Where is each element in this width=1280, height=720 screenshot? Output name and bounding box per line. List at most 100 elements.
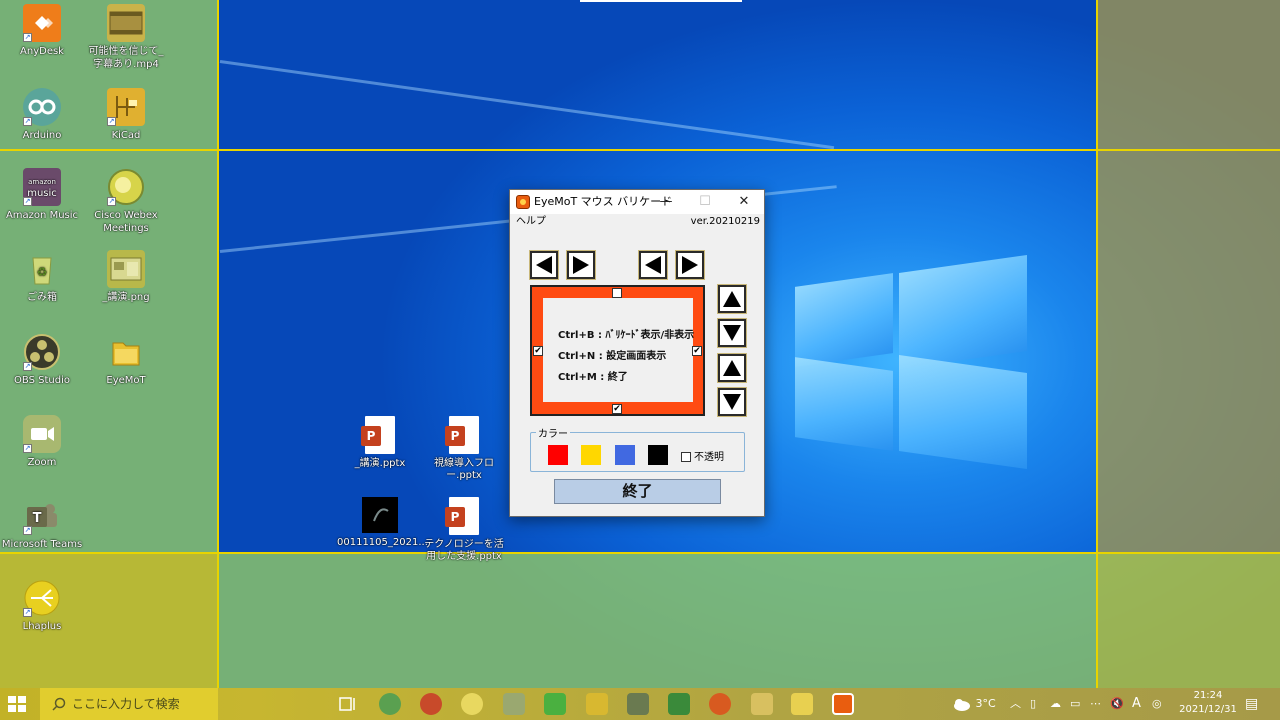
arrow-right-icon <box>573 256 589 274</box>
color-swatch-red[interactable] <box>548 445 568 465</box>
desktop-file-pptx[interactable]: P 視線導入フロー.pptx <box>421 416 507 482</box>
tray-device-icon[interactable]: ▯ <box>1030 688 1036 720</box>
chrome-browser-icon[interactable] <box>420 693 442 715</box>
hotkey-exit: Ctrl+M : 終了 <box>558 372 628 383</box>
desktop-icon-arduino[interactable]: ↗ Arduino <box>0 88 84 142</box>
overlay-zone-bottom-right <box>1097 553 1280 688</box>
icon-label: Lhaplus <box>22 621 62 632</box>
paint-app-icon[interactable] <box>751 693 773 715</box>
up-arrow-button[interactable] <box>717 353 747 383</box>
color-group: カラー 不透明 <box>530 425 745 472</box>
weather-widget[interactable]: 3°C <box>952 688 996 720</box>
amazon-music-icon: amazon music ↗ <box>23 168 61 206</box>
desktop-icon-eyemot-folder[interactable]: EyeMoT <box>84 333 168 387</box>
powerpoint-app-icon[interactable] <box>709 693 731 715</box>
arrow-left-icon <box>645 256 661 274</box>
eyemot-barricade-taskbar-icon[interactable] <box>832 693 854 715</box>
notification-center-icon[interactable]: ▤ <box>1245 688 1258 720</box>
bottom-edge-checkbox[interactable]: ✔ <box>612 404 622 414</box>
desktop-file-video[interactable]: 00111105_2021... <box>337 497 428 549</box>
ime-indicator[interactable]: A <box>1132 688 1141 720</box>
folder-icon <box>107 333 145 371</box>
task-view-icon[interactable] <box>336 693 358 715</box>
top-edge-checkbox[interactable] <box>612 288 622 298</box>
left-arrow-button[interactable] <box>638 250 668 280</box>
kicad-icon: ↗ <box>107 88 145 126</box>
overlay-zone-bottom <box>218 553 1097 688</box>
desktop-icon-webex[interactable]: ↗ Cisco Webex Meetings <box>84 168 168 235</box>
desktop-icon-obs[interactable]: ↗ OBS Studio <box>0 333 84 387</box>
desktop-icon-zoom[interactable]: ↗ Zoom <box>0 415 84 469</box>
menu-help[interactable]: ヘルプ <box>516 214 546 230</box>
desktop-icon-image[interactable]: _講演.png <box>84 250 168 304</box>
eyemot-glasses-app-icon[interactable] <box>791 693 813 715</box>
taskbar-search-box[interactable]: ここに入力して検索 <box>40 688 218 720</box>
exit-button[interactable]: 終了 <box>554 479 721 504</box>
arrow-up-icon <box>723 360 741 376</box>
windows-start-icon[interactable] <box>8 696 26 712</box>
desktop-icon-lhaplus[interactable]: ↗ Lhaplus <box>0 579 84 633</box>
light-beam <box>219 60 835 150</box>
color-swatch-yellow[interactable] <box>581 445 601 465</box>
search-placeholder: ここに入力して検索 <box>72 697 180 711</box>
close-button[interactable]: ✕ <box>725 190 763 214</box>
title-bar[interactable]: EyeMoT マウス バリケード — ☐ ✕ <box>510 190 764 214</box>
desktop-file-pptx[interactable]: P テクノロジーを活用した支援.pptx <box>421 497 507 563</box>
desktop-icon-video[interactable]: 可能性を信じて_字幕あり.mp4 <box>84 4 168 71</box>
maximize-button[interactable]: ☐ <box>686 190 724 214</box>
icon-label: EyeMoT <box>106 375 146 386</box>
icon-label: Amazon Music <box>5 210 79 221</box>
recycle-bin-icon: ♻ <box>23 250 61 288</box>
clock-date: 2021/12/31 <box>1179 704 1237 715</box>
right-arrow-button[interactable] <box>675 250 705 280</box>
taskbar: ここに入力して検索 3°C ︿ ▯ ☁ ▭ ⋯ 🔇 A ◎ 21:24 2021… <box>0 688 1280 720</box>
down-arrow-button[interactable] <box>717 318 747 348</box>
minimize-button[interactable]: — <box>647 190 685 214</box>
left-arrow-button[interactable] <box>529 250 559 280</box>
webex-taskbar-icon[interactable] <box>461 693 483 715</box>
file-label: テクノロジーを活用した支援.pptx <box>424 539 504 562</box>
opaque-checkbox[interactable] <box>681 452 691 462</box>
battery-icon[interactable]: ▭ <box>1070 688 1080 720</box>
excel-app-icon[interactable] <box>668 693 690 715</box>
desktop-icon-teams[interactable]: T ↗ Microsoft Teams <box>0 497 84 551</box>
tray-chevron-up-icon[interactable]: ︿ <box>1010 688 1021 720</box>
powerpoint-file-icon: P <box>445 416 479 454</box>
color-swatch-blue[interactable] <box>615 445 635 465</box>
desktop-icon-anydesk[interactable]: ↗ AnyDesk <box>0 4 84 58</box>
clock-time: 21:24 <box>1193 690 1223 701</box>
hotkey-settings: Ctrl+N : 設定画面表示 <box>558 351 667 362</box>
onedrive-cloud-icon[interactable]: ☁ <box>1050 688 1061 720</box>
line-app-icon[interactable] <box>544 693 566 715</box>
desktop-icon-amazon-music[interactable]: amazon music ↗ Amazon Music <box>0 168 84 222</box>
desktop-icon-kicad[interactable]: ↗ KiCad <box>84 88 168 142</box>
edge-browser-icon[interactable] <box>379 693 401 715</box>
up-arrow-button[interactable] <box>717 284 747 314</box>
down-arrow-button[interactable] <box>717 387 747 417</box>
top-edge-strip <box>580 0 742 2</box>
svg-text:♻: ♻ <box>37 265 48 279</box>
file-explorer-icon[interactable] <box>586 693 608 715</box>
left-edge-checkbox[interactable]: ✔ <box>533 346 543 356</box>
powerpoint-file-icon: P <box>361 416 395 454</box>
word-app-icon[interactable] <box>627 693 649 715</box>
video-file-icon <box>107 4 145 42</box>
windows-wallpaper-logo <box>795 252 1030 470</box>
icon-label: AnyDesk <box>20 46 64 57</box>
right-edge-checkbox[interactable]: ✔ <box>692 346 702 356</box>
ime-tool-icon[interactable]: ◎ <box>1152 688 1162 720</box>
taskbar-clock[interactable]: 21:24 2021/12/31 <box>1178 689 1238 717</box>
desktop-file-pptx[interactable]: P _講演.pptx <box>337 416 423 470</box>
zone-divider <box>217 0 219 720</box>
file-label: _講演.pptx <box>354 458 406 469</box>
icon-label: Arduino <box>22 130 62 141</box>
svg-text:T: T <box>33 511 42 526</box>
color-swatch-black[interactable] <box>648 445 668 465</box>
opaque-option[interactable]: 不透明 <box>681 448 724 463</box>
right-arrow-button[interactable] <box>566 250 596 280</box>
speaker-muted-icon[interactable]: 🔇 <box>1110 688 1124 720</box>
barricade-preview-panel: Ctrl+B : ﾊﾞﾘｹｰﾄﾞ表示/非表示 Ctrl+N : 設定画面表示 C… <box>530 285 705 416</box>
network-icon[interactable]: ⋯ <box>1090 688 1101 720</box>
zoom-taskbar-icon[interactable] <box>503 693 525 715</box>
desktop-icon-recycle-bin[interactable]: ♻ ごみ箱 <box>0 250 84 304</box>
